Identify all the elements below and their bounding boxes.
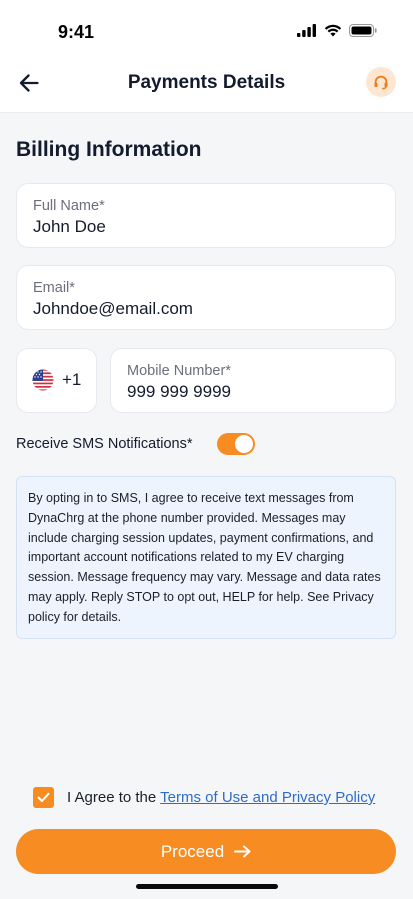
terms-link[interactable]: Terms of Use and Privacy Policy [160,789,375,806]
sms-notifications-toggle[interactable] [217,433,255,455]
app-header: Payments Details [0,60,413,113]
proceed-label: Proceed [160,841,225,861]
us-flag-icon [32,369,54,391]
page-title: Payments Details [127,72,286,93]
country-code-content: +1 [32,369,81,391]
email-field[interactable]: Email* Johndoe@email.com [16,265,396,330]
mobile-number-value[interactable]: 999 999 9999 [127,382,231,402]
signal-icon [297,24,316,37]
headset-icon [374,75,388,90]
terms-prefix: I Agree to the [67,789,161,806]
sms-disclaimer: By opting in to SMS, I agree to receive … [16,476,396,639]
email-value[interactable]: Johndoe@email.com [33,299,193,319]
country-code-value: +1 [62,370,82,389]
mobile-number-label: Mobile Number* [127,363,231,379]
checkmark-icon [37,792,50,802]
toggle-knob [235,435,253,453]
status-icons [297,24,377,37]
support-button[interactable] [366,67,396,97]
terms-checkbox[interactable] [33,787,54,808]
home-indicator [136,884,278,889]
terms-agreement-row: I Agree to the Terms of Use and Privacy … [33,787,375,808]
country-code-selector[interactable]: +1 [16,348,97,413]
arrow-right-icon [234,845,251,858]
sms-notifications-label: Receive SMS Notifications* [16,436,193,452]
email-label: Email* [33,280,75,296]
section-title: Billing Information [16,138,202,161]
full-name-field[interactable]: Full Name* John Doe [16,183,396,248]
wifi-icon [324,24,342,37]
status-time: 9:41 [58,22,95,42]
full-name-label: Full Name* [33,198,105,214]
battery-icon [349,24,377,37]
full-name-value[interactable]: John Doe [33,217,106,237]
mobile-number-field[interactable]: Mobile Number* 999 999 9999 [110,348,396,413]
terms-agreement-text: I Agree to the Terms of Use and Privacy … [67,789,375,806]
status-bar: 9:41 [0,0,413,60]
proceed-button[interactable]: Proceed [16,829,396,874]
